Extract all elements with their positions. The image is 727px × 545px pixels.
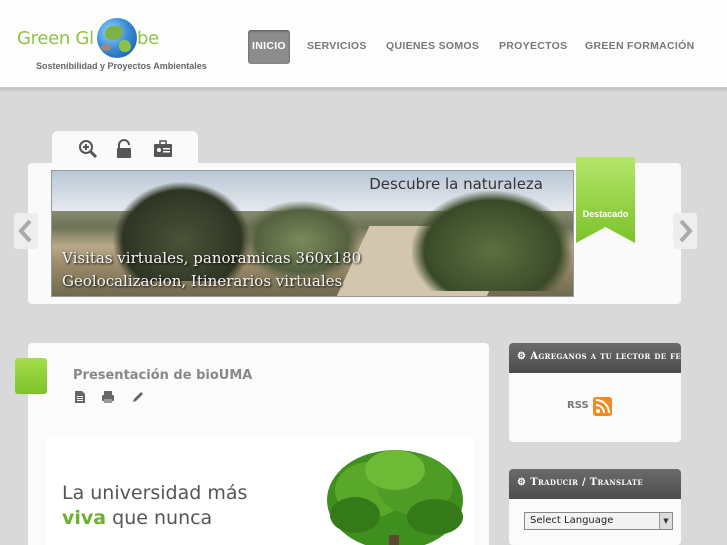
header-divider: [0, 88, 727, 92]
nav-item-inicio[interactable]: INICIO: [248, 30, 290, 64]
chevron-down-icon[interactable]: ▼: [659, 513, 672, 529]
feeds-widget-header: ⚙Agreganos a tu lector de feeds: [509, 343, 681, 373]
ribbon-shape: [576, 157, 635, 243]
translate-widget: ⚙ Traducir / Translate: [509, 469, 681, 545]
globe-icon: [97, 18, 137, 58]
nav-item-servicios[interactable]: SERVICIOS: [307, 30, 367, 64]
nav-item-proyectos[interactable]: PROYECTOS: [499, 30, 567, 64]
translate-widget-header: ⚙ Traducir / Translate: [509, 469, 681, 499]
logo-text-right: be: [137, 28, 159, 49]
featured-ribbon: Destacado: [576, 157, 635, 243]
gear-icon: ⚙: [517, 477, 527, 488]
nav-item-green-formacion[interactable]: GREEN FORMACIÓN: [585, 30, 695, 64]
ribbon-label: Destacado: [582, 209, 629, 219]
gear-icon: ⚙: [517, 351, 527, 362]
print-icon[interactable]: [101, 390, 115, 404]
translate-widget-title: Traducir / Translate: [530, 477, 644, 488]
site-header: Green Gl be Sostenibilidad y Proyectos A…: [0, 0, 727, 88]
language-select-value: Select Language: [530, 515, 614, 526]
rss-icon[interactable]: [593, 397, 612, 416]
featured-slide[interactable]: Descubre la naturaleza Visitas virtuales…: [51, 170, 574, 297]
feeds-widget-title: Agreganos a tu lector de feeds: [530, 351, 681, 362]
rss-label: RSS: [567, 400, 589, 411]
id-card-icon[interactable]: [153, 139, 173, 159]
feeds-widget: ⚙Agreganos a tu lector de feeds: [509, 343, 681, 442]
banner-rest: que nunca: [112, 507, 213, 529]
zoom-in-icon[interactable]: [78, 139, 98, 159]
slide-caption-line2: Geolocalizacion, Itinerarios virtuales: [62, 272, 343, 290]
chevron-left-icon: [18, 219, 32, 243]
slider-prev-button[interactable]: [14, 213, 38, 249]
chevron-right-icon: [679, 219, 693, 243]
lock-icon[interactable]: [114, 139, 134, 159]
tree-image: [327, 450, 463, 545]
slide-caption-line1: Visitas virtuales, panoramicas 360x180: [62, 249, 362, 267]
language-select[interactable]: Select Language ▼: [524, 512, 673, 530]
nav-item-quienes-somos[interactable]: QUIENES SOMOS: [386, 30, 479, 64]
slide-title: Descubre la naturaleza: [369, 175, 543, 193]
slider-tabs: [52, 131, 198, 169]
logo-text-left: Green Gl: [17, 28, 94, 49]
banner-line2: viva que nunca: [62, 507, 212, 529]
banner-line1: La universidad más: [62, 482, 248, 504]
logo-tagline: Sostenibilidad y Proyectos Ambientales: [36, 61, 207, 71]
logo[interactable]: Green Gl be Sostenibilidad y Proyectos A…: [17, 18, 217, 78]
article-title[interactable]: Presentación de bioUMA: [73, 368, 252, 383]
article-banner: La universidad más viva que nunca: [45, 437, 475, 545]
banner-highlight: viva: [62, 507, 107, 529]
document-icon[interactable]: [73, 390, 87, 404]
slider-next-button[interactable]: [673, 213, 697, 249]
edit-icon[interactable]: [131, 390, 145, 404]
article-marker: [15, 358, 47, 394]
